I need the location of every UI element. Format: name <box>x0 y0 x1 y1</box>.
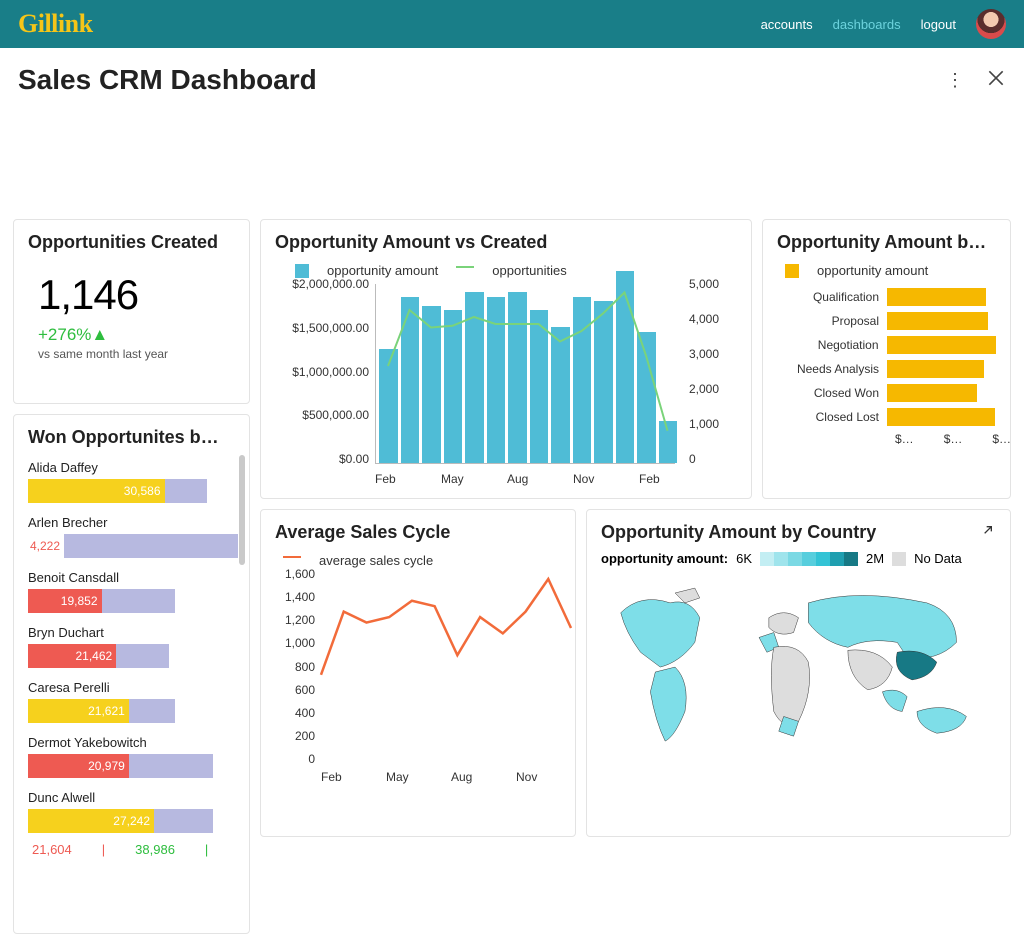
card-opp-amount-vs-created: Opportunity Amount vs Created opportunit… <box>260 219 752 499</box>
gradient-icon <box>760 552 858 566</box>
card-title: Won Opportunites b… <box>28 427 245 448</box>
legend-a: opportunity amount <box>327 263 438 278</box>
stage-row: Closed Lost <box>777 408 996 426</box>
won-bar: 21,462 <box>28 644 238 668</box>
kpi-value: 1,146 <box>38 271 225 319</box>
stage-bar <box>887 360 984 378</box>
won-row: Benoit Cansdall 19,852 <box>28 570 245 613</box>
stage-row: Qualification <box>777 288 996 306</box>
stage-row: Needs Analysis <box>777 360 996 378</box>
legend-b: opportunities <box>492 263 566 278</box>
page-title: Sales CRM Dashboard <box>18 64 317 96</box>
won-name: Alida Daffey <box>28 460 245 475</box>
card-title: Opportunity Amount vs Created <box>275 232 737 253</box>
won-row: Bryn Duchart 21,462 <box>28 625 245 668</box>
won-name: Dunc Alwell <box>28 790 245 805</box>
nav-dashboards[interactable]: dashboards <box>833 17 901 32</box>
won-footer-green: 38,986 <box>135 842 175 857</box>
swatch-orange-icon <box>283 556 301 558</box>
card-opportunities-created: Opportunities Created 1,146 +276%▲ vs sa… <box>13 219 250 404</box>
logo: Gillink <box>18 9 93 39</box>
expand-icon[interactable] <box>980 522 996 543</box>
topbar: Gillink accounts dashboards logout <box>0 0 1024 48</box>
won-row: Dunc Alwell 27,242 <box>28 790 245 833</box>
stage-rows: Qualification Proposal Negotiation Needs An… <box>777 288 996 426</box>
won-row: Caresa Perelli 21,621 <box>28 680 245 723</box>
title-row: Sales CRM Dashboard ⋮ <box>0 48 1024 106</box>
swatch-bar-icon <box>295 264 309 278</box>
card-title: Opportunity Amount by St… <box>777 232 996 253</box>
won-name: Dermot Yakebowitch <box>28 735 245 750</box>
swatch-stage-icon <box>785 264 799 278</box>
won-footer-red: 21,604 <box>32 842 72 857</box>
card-opp-amount-by-country: Opportunity Amount by Country opportunit… <box>586 509 1011 837</box>
map-legend: opportunity amount: 6K 2M No Data <box>601 551 996 566</box>
stage-label: Needs Analysis <box>777 362 887 376</box>
kebab-menu-icon[interactable]: ⋮ <box>946 71 964 89</box>
won-list[interactable]: Alida Daffey 30,586 Arlen Brecher 4,222 Beno… <box>28 460 245 838</box>
map-min: 6K <box>736 551 752 566</box>
stage-label: Closed Won <box>777 386 887 400</box>
kpi-subtitle: vs same month last year <box>38 347 235 361</box>
stage-row: Proposal <box>777 312 996 330</box>
card-title: Opportunity Amount by Country <box>601 522 876 543</box>
won-bar: 20,979 <box>28 754 238 778</box>
legend-asc: average sales cycle <box>319 553 433 568</box>
won-name: Benoit Cansdall <box>28 570 245 585</box>
stage-bar <box>887 312 988 330</box>
won-row: Alida Daffey 30,586 <box>28 460 245 503</box>
card-won-opportunities: Won Opportunites b… Alida Daffey 30,586 Ar… <box>13 414 250 934</box>
map-max: 2M <box>866 551 884 566</box>
won-row: Dermot Yakebowitch 20,979 <box>28 735 245 778</box>
nodata-swatch-icon <box>892 552 906 566</box>
won-bar: 19,852 <box>28 589 238 613</box>
won-name: Caresa Perelli <box>28 680 245 695</box>
swatch-line-icon <box>456 266 474 268</box>
won-bar: 4,222 <box>28 534 238 558</box>
legend: opportunity amount opportunities <box>295 263 737 278</box>
map-legend-label: opportunity amount: <box>601 551 728 566</box>
won-bar: 30,586 <box>28 479 238 503</box>
won-name: Arlen Brecher <box>28 515 245 530</box>
card-title: Opportunities Created <box>28 232 235 253</box>
legend: average sales cycle <box>283 553 561 568</box>
legend-stage: opportunity amount <box>817 263 928 278</box>
stage-bar <box>887 384 977 402</box>
world-map[interactable] <box>601 572 996 772</box>
legend: opportunity amount <box>785 263 996 278</box>
ovc-chart: $2,000,000.00$1,500,000.00$1,000,000.00$… <box>275 284 737 499</box>
won-bar: 27,242 <box>28 809 238 833</box>
top-nav: accounts dashboards logout <box>761 9 1006 39</box>
map-nodata: No Data <box>914 551 962 566</box>
asc-chart: 1,6001,4001,2001,0008006004002000 FebMay… <box>275 574 561 794</box>
stage-row: Negotiation <box>777 336 996 354</box>
stage-x-axis: $…$…$… <box>895 432 996 446</box>
stage-label: Qualification <box>777 290 887 304</box>
stage-label: Negotiation <box>777 338 887 352</box>
card-opp-amount-by-stage: Opportunity Amount by St… opportunity am… <box>762 219 1011 499</box>
won-name: Bryn Duchart <box>28 625 245 640</box>
nav-logout[interactable]: logout <box>921 17 956 32</box>
card-avg-sales-cycle: Average Sales Cycle average sales cycle … <box>260 509 576 837</box>
stage-bar <box>887 288 986 306</box>
stage-label: Proposal <box>777 314 887 328</box>
stage-bar <box>887 408 995 426</box>
close-icon[interactable] <box>986 68 1006 93</box>
won-footer: 21,604 | 38,986 | <box>28 838 245 857</box>
stage-label: Closed Lost <box>777 410 887 424</box>
nav-accounts[interactable]: accounts <box>761 17 813 32</box>
won-bar: 21,621 <box>28 699 238 723</box>
avatar[interactable] <box>976 9 1006 39</box>
won-row: Arlen Brecher 4,222 <box>28 515 245 558</box>
kpi-delta: +276%▲ <box>38 325 235 345</box>
stage-bar <box>887 336 996 354</box>
card-title: Average Sales Cycle <box>275 522 561 543</box>
stage-row: Closed Won <box>777 384 996 402</box>
